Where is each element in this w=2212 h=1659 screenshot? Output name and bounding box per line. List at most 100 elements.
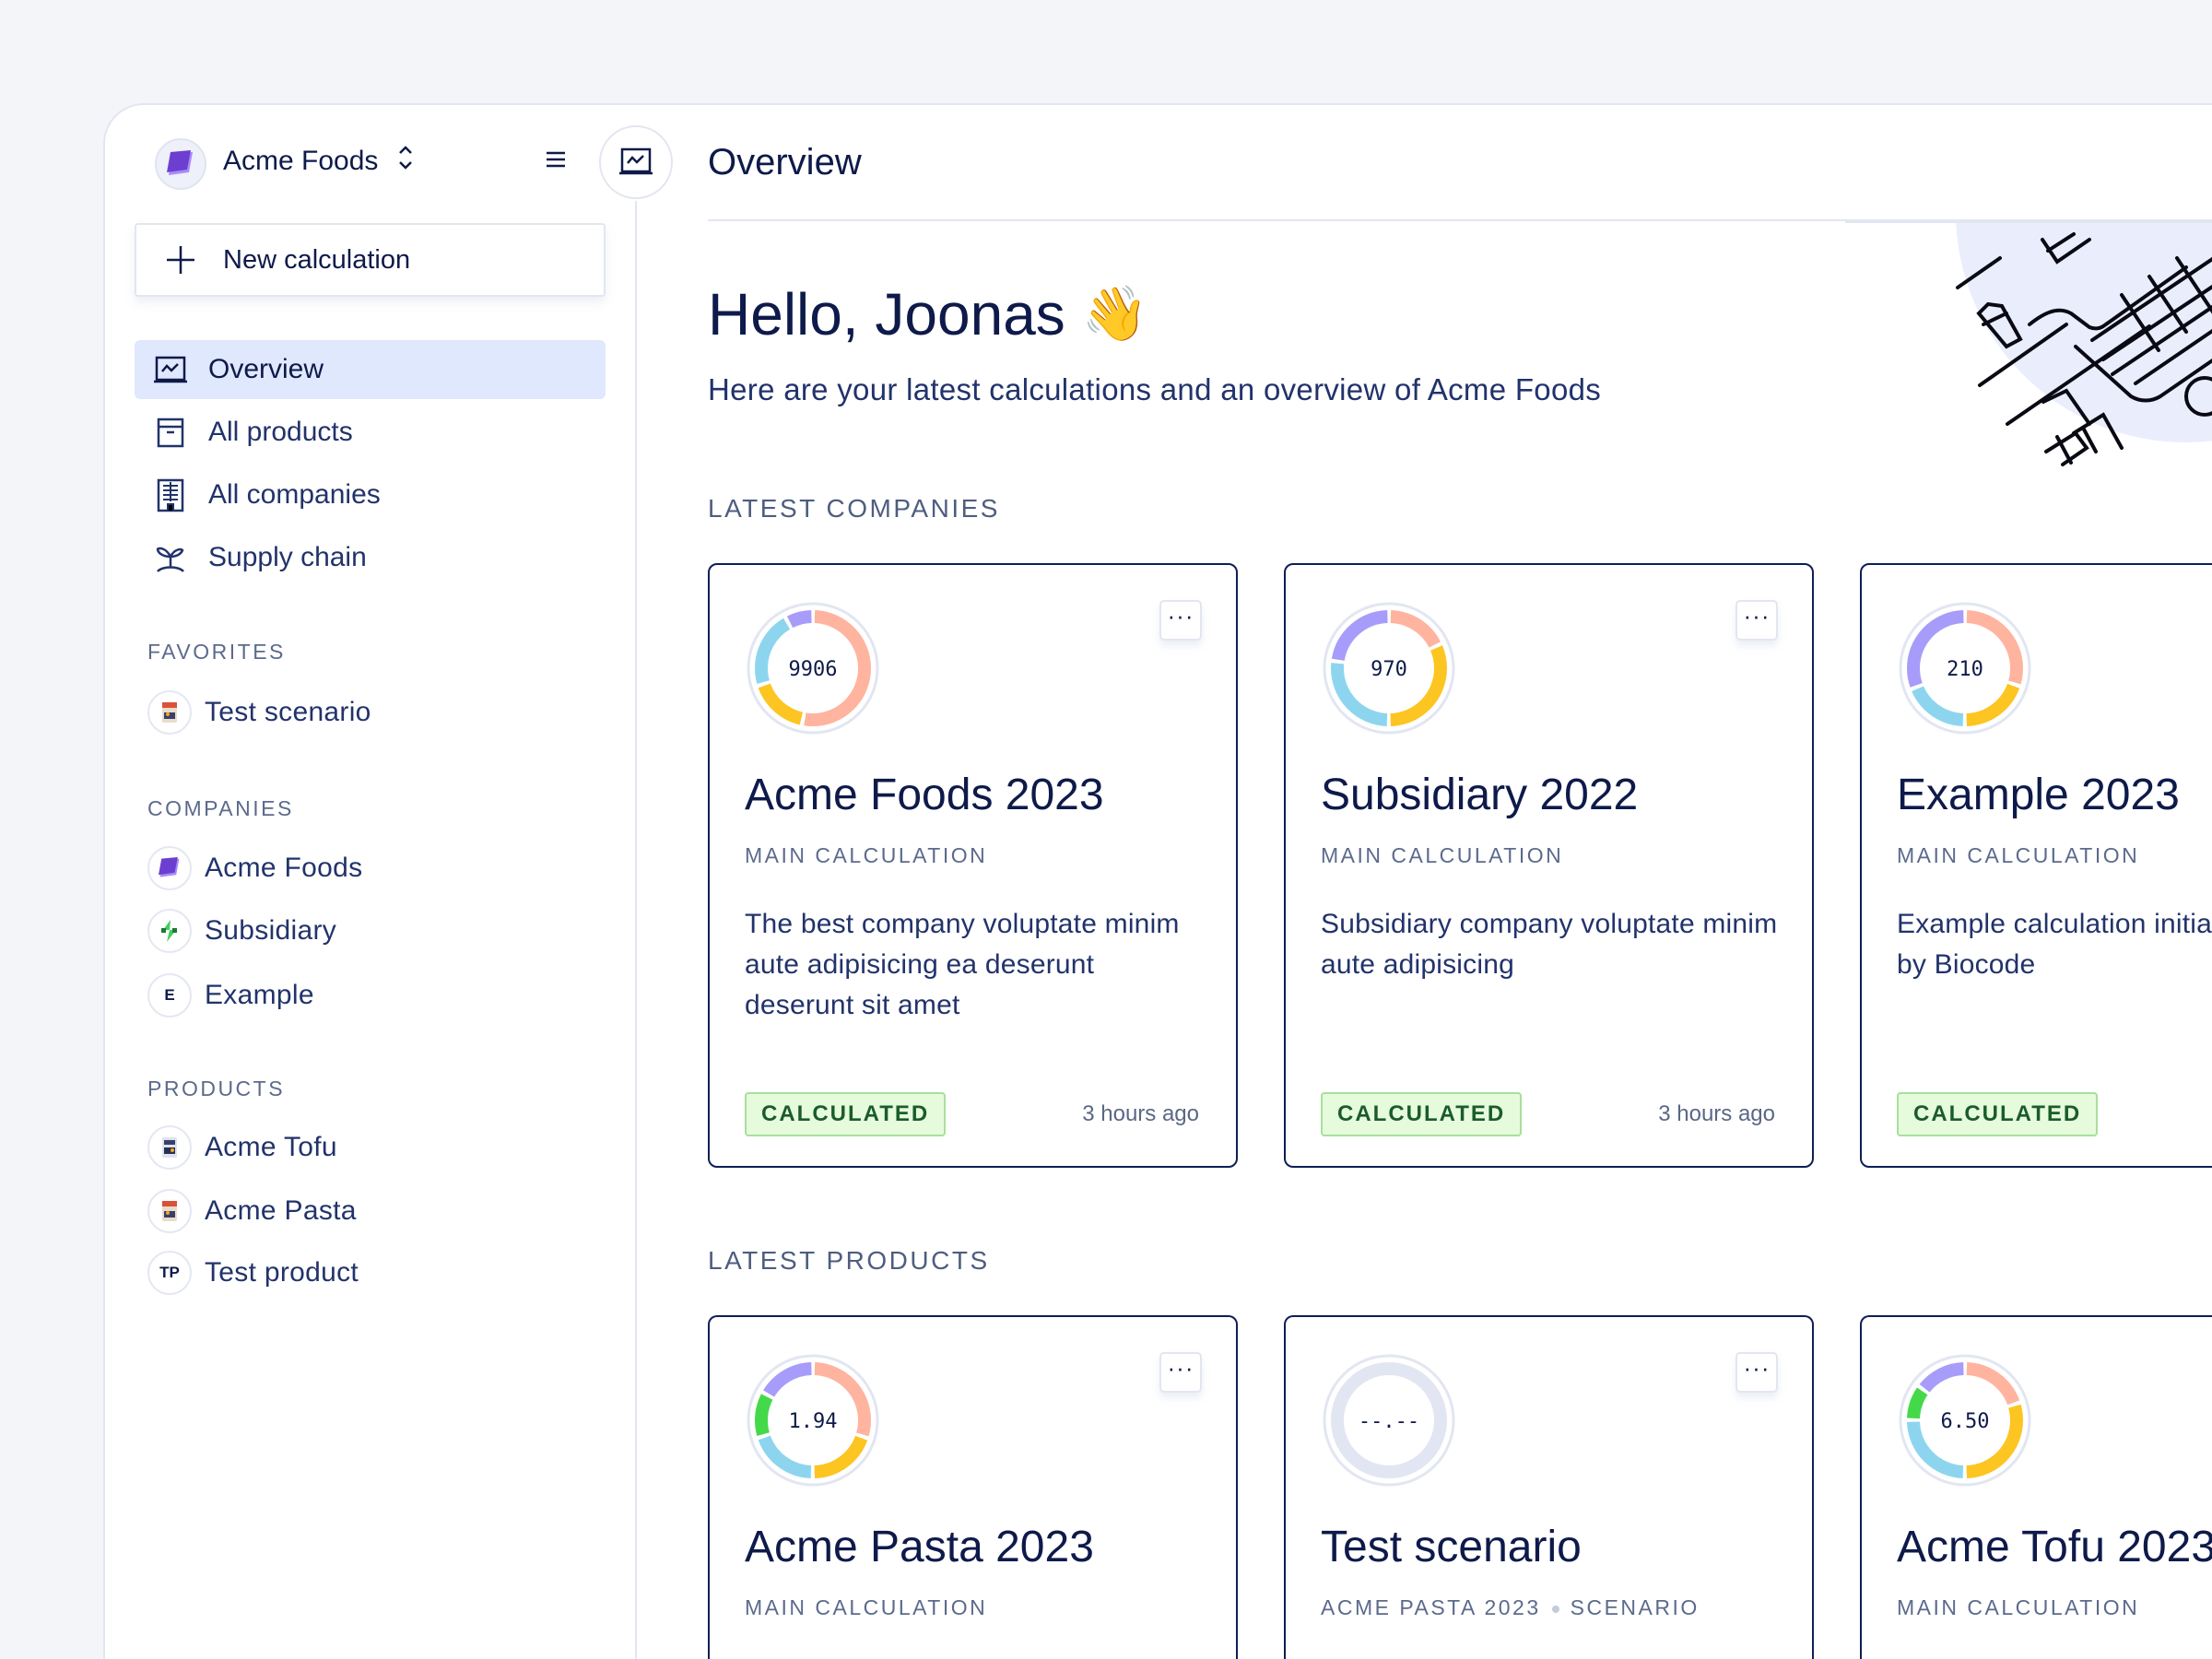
sprout-icon [156,547,184,572]
card-subtitle: MAIN CALCULATION [745,843,987,868]
company-item-subsidiary[interactable]: Subsidiary [147,907,336,955]
sidebar-item-label: Supply chain [208,542,367,572]
products-heading: PRODUCTS [147,1077,286,1100]
donut-value: --.-- [1359,1410,1419,1433]
status-badge: CALCULATED [1897,1092,2099,1136]
score-donut: --.-- [1323,1354,1455,1487]
favorites-heading: FAVORITES [147,640,286,664]
page-title: Overview [708,142,862,182]
greeting: Hello, Joonas 👋 [708,280,1148,348]
separator-dot [1551,1605,1559,1613]
chevron-up-down-icon[interactable] [396,144,415,173]
score-donut: 9906 [747,602,879,735]
product-label: Acme Pasta [205,1195,357,1226]
card-subtitle-type: SCENARIO [1570,1595,1700,1619]
card-title: Test scenario [1321,1523,1582,1571]
org-switcher[interactable]: Acme Foods [223,146,378,177]
card-subtitle-text: MAIN CALCULATION [1897,1595,2140,1619]
card-description: Example calculation initially created by… [1897,909,2212,980]
new-calculation-button[interactable]: New calculation [135,223,606,297]
more-options-button[interactable]: ··· [1735,600,1778,641]
sidebar-item-all-products[interactable]: All products [135,403,606,462]
product-label: Test product [205,1257,359,1288]
card-title: Subsidiary 2022 [1321,771,1639,819]
chart-icon [154,356,187,383]
menu-icon[interactable] [542,146,570,173]
card-subtitle-text: MAIN CALCULATION [745,843,988,867]
product-item-acme-pasta[interactable]: Acme Pasta [147,1187,357,1235]
score-donut: 6.50 [1899,1354,2031,1487]
new-calculation-label: New calculation [223,244,411,275]
favorite-label: Test scenario [205,697,371,727]
score-donut: 1.94 [747,1354,879,1487]
donut-value: 6.50 [1941,1410,1990,1433]
product-item-acme-tofu[interactable]: Acme Tofu [147,1124,337,1171]
acme-logo-icon [167,150,193,175]
sidebar-item-all-companies[interactable]: All companies [135,465,606,524]
updated-time: 3 hours ago [1658,1101,1775,1126]
latest-companies-heading: LATEST COMPANIES [708,494,1000,523]
building-icon [157,478,184,512]
sidebar-item-supply-chain[interactable]: Supply chain [135,528,606,587]
sidebar-divider [635,201,637,1659]
card-subtitle-text: MAIN CALCULATION [745,1595,988,1619]
donut-value: 210 [1947,658,1983,681]
company-label: Example [205,980,314,1010]
company-card[interactable]: 9906 ··· Acme Foods 2023 MAIN CALCULATION Th… [708,563,1238,1168]
company-card[interactable]: 970 ··· Subsidiary 2022 MAIN CALCULATION Sub… [1284,563,1814,1168]
greeting-subtitle: Here are your latest calculations and an… [708,372,1602,406]
donut-value: 970 [1371,658,1407,681]
card-title: Acme Foods 2023 [745,771,1104,819]
org-logo[interactable] [155,138,206,190]
more-options-button[interactable]: ··· [1735,1352,1778,1393]
card-title: Acme Tofu 2023 [1897,1523,2212,1571]
product-item-test-product[interactable]: TP Test product [147,1249,359,1297]
product-card[interactable]: 1.94 ··· Acme Pasta 2023 MAIN CALCULATION [708,1315,1238,1659]
product-image-icon [147,1125,192,1170]
sidebar-item-label: Overview [208,354,324,384]
product-image-icon [147,690,192,735]
card-title: Acme Pasta 2023 [745,1523,1094,1571]
subsidiary-logo-icon [147,909,192,953]
company-initials: E [147,973,192,1018]
card-subtitle: MAIN CALCULATION [745,1595,987,1620]
donut-value: 9906 [789,658,838,681]
company-item-example[interactable]: E Example [147,971,314,1019]
acme-logo-icon [147,846,192,890]
more-options-button[interactable]: ··· [1159,600,1202,641]
donut-value: 1.94 [789,1410,838,1433]
company-label: Subsidiary [205,915,337,946]
product-image-icon [147,1189,192,1233]
status-badge: CALCULATED [745,1092,947,1136]
chart-icon [619,147,653,175]
card-subtitle: MAIN CALCULATION [1321,843,1563,868]
app-window: Acme Foods New calculation Overview All … [103,103,2212,1659]
latest-products-heading: LATEST PRODUCTS [708,1246,990,1275]
more-options-button[interactable]: ··· [1159,1352,1202,1393]
card-subtitle: MAIN CALCULATION [1897,843,2139,868]
sidebar-item-label: All companies [208,479,381,510]
product-initials: TP [147,1251,192,1295]
card-subtitle: MAIN CALCULATION [1897,1595,2139,1620]
product-label: Acme Tofu [205,1132,337,1162]
company-item-acme-foods[interactable]: Acme Foods [147,844,362,892]
card-subtitle: ACME PASTA 2023 SCENARIO [1321,1595,1700,1620]
company-card[interactable]: 210···Example 2023MAIN CALCULATIONExampl… [1860,563,2212,1168]
card-description: Subsidiary company voluptate minim aute … [1321,909,1778,980]
city-illustration [1845,221,2212,466]
card-description: The best company voluptate minim aute ad… [745,909,1180,1020]
product-card[interactable]: 6.50···Acme Tofu 2023MAIN CALCULATION [1860,1315,2212,1659]
companies-heading: COMPANIES [147,796,294,820]
card-subtitle-text: ACME PASTA 2023 [1321,1595,1541,1619]
card-subtitle-text: MAIN CALCULATION [1321,843,1564,867]
company-label: Acme Foods [205,853,363,883]
collapse-sidebar-button[interactable] [599,125,673,199]
wave-emoji: 👋 [1081,284,1148,344]
sidebar-item-overview[interactable]: Overview [135,340,606,399]
card-title: Example 2023 [1897,771,2180,819]
product-card[interactable]: --.-- ··· Test scenario ACME PASTA 2023 SCEN… [1284,1315,1814,1659]
updated-time: 3 hours ago [1082,1101,1199,1126]
favorite-item-test-scenario[interactable]: Test scenario [147,688,371,736]
sidebar-item-label: All products [208,417,353,447]
box-icon [157,418,184,448]
